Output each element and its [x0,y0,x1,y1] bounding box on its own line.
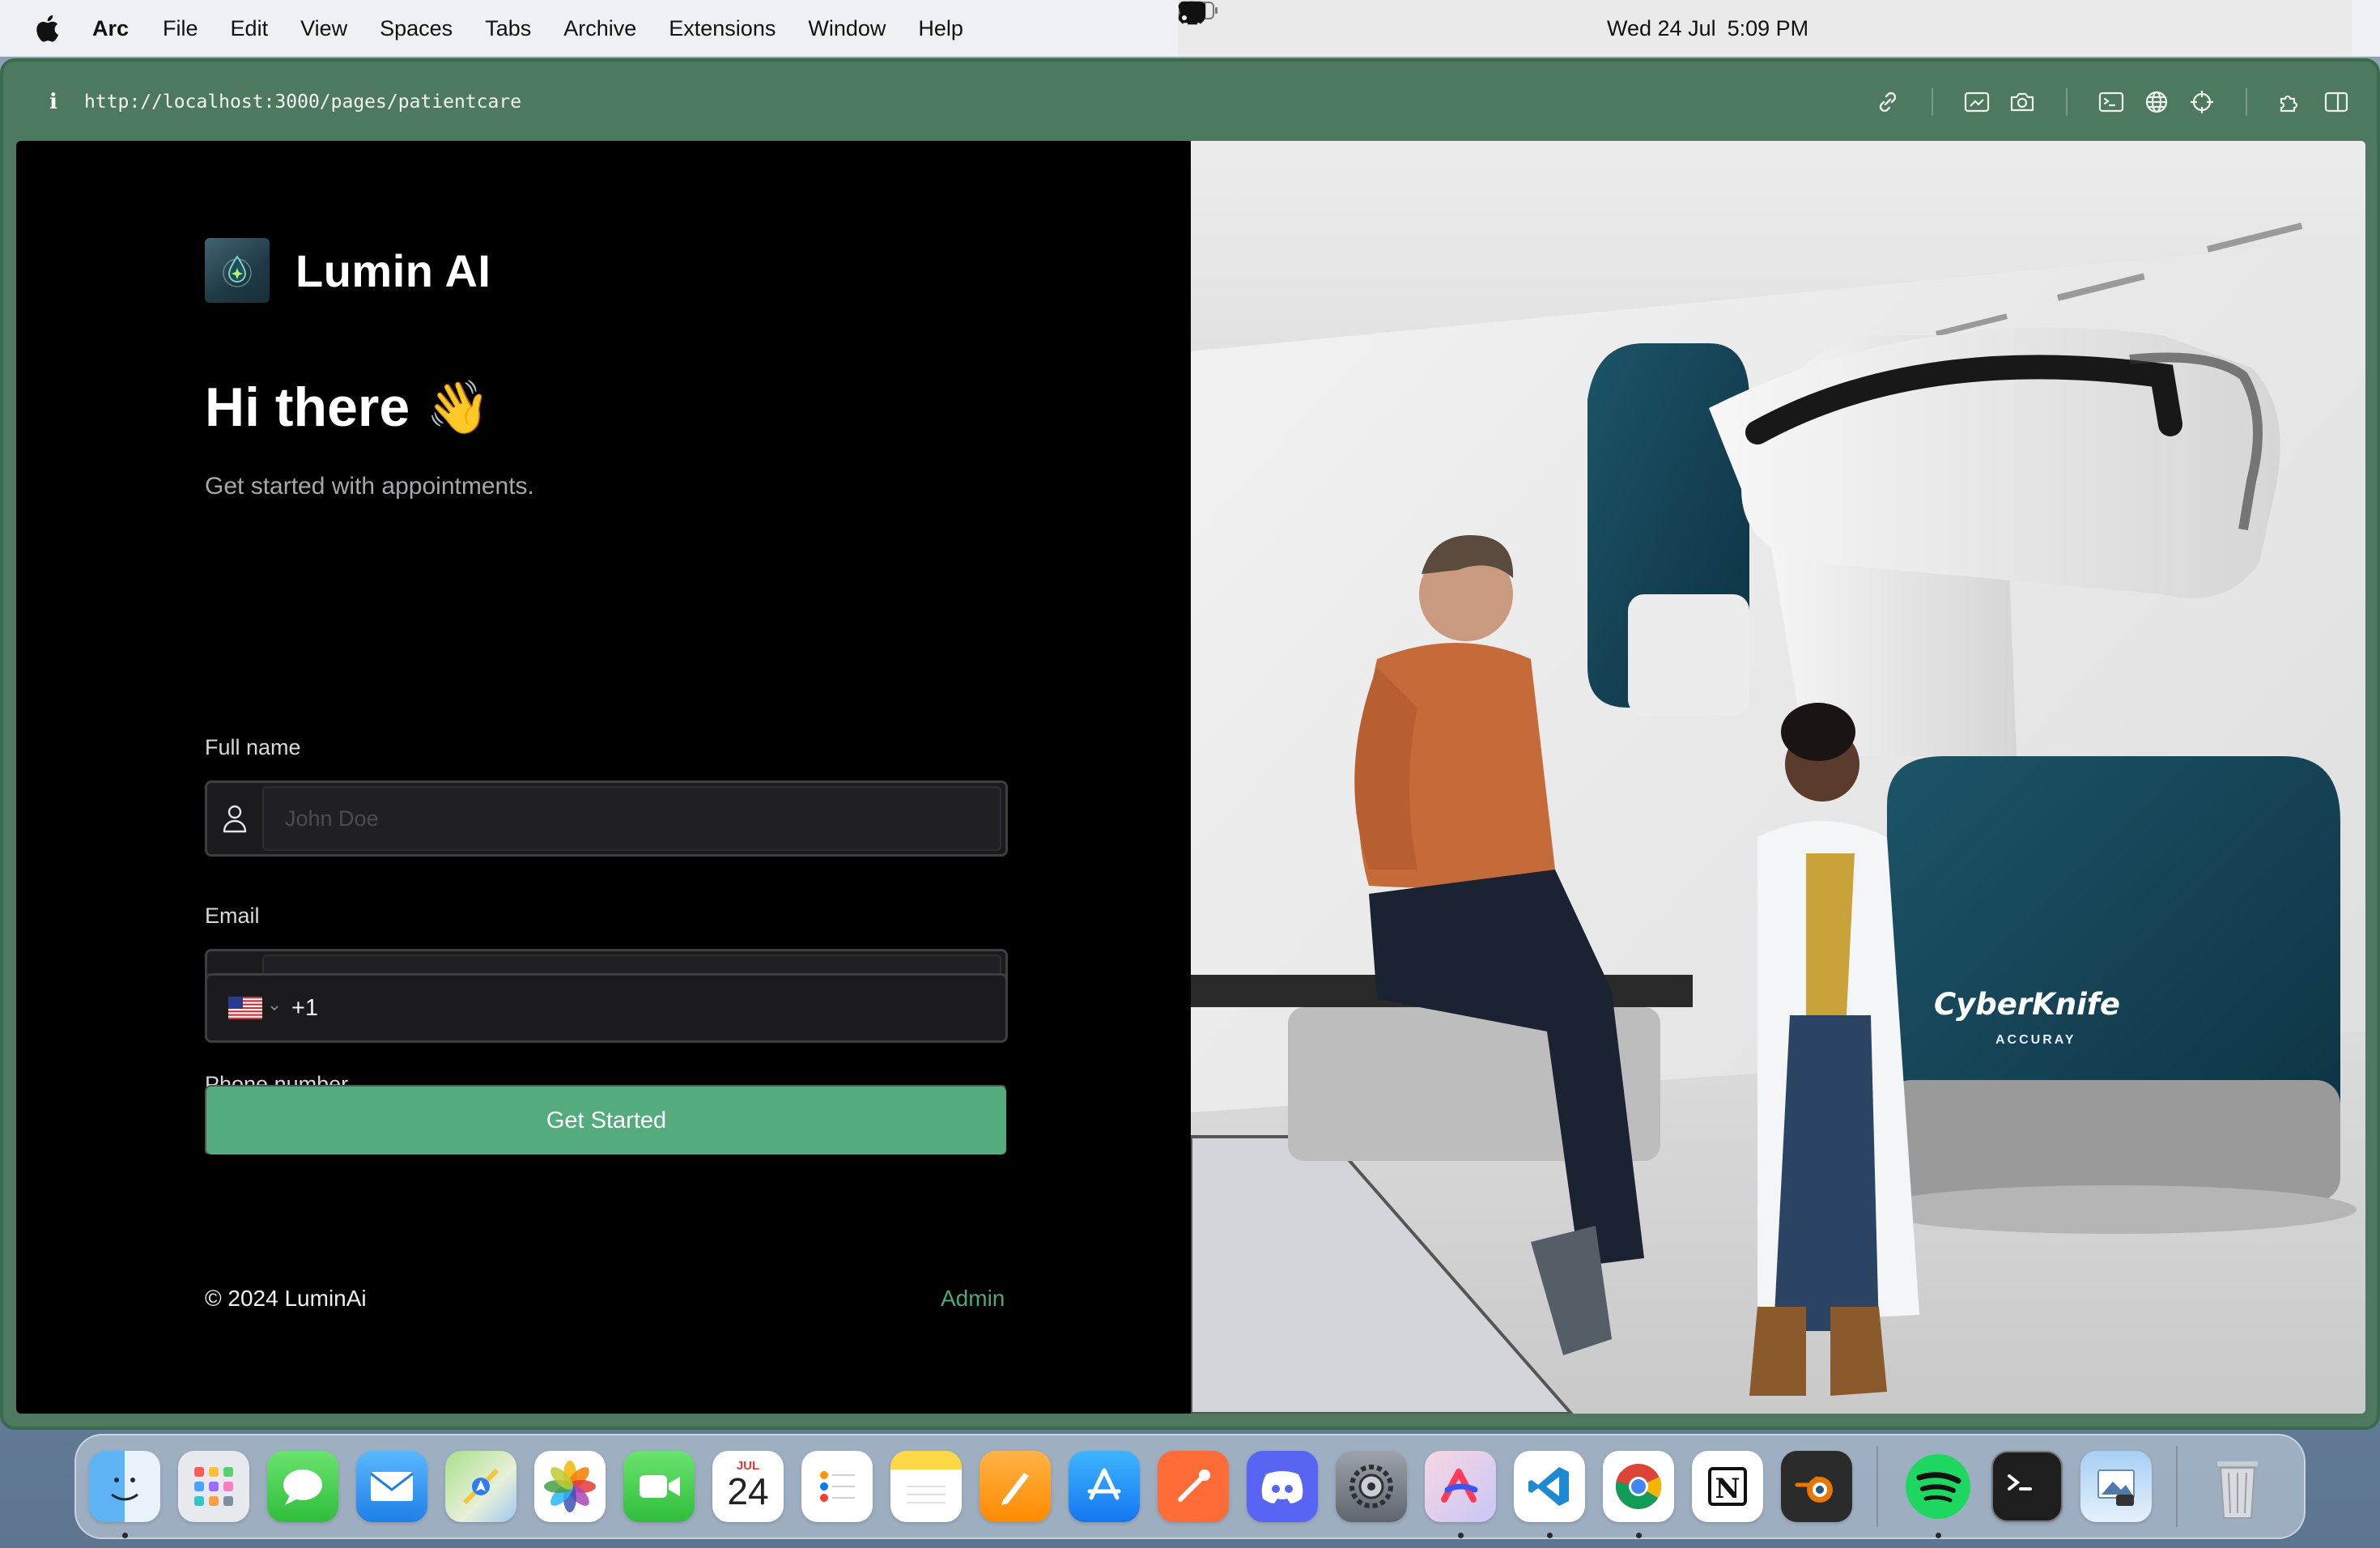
calendar-icon[interactable]: JUL 24 [712,1451,784,1522]
cyberknife-brand-text: CyberKnife [1934,987,2120,1022]
greeting-text: Hi there [205,376,410,438]
url-bar[interactable]: http://localhost:3000/pages/patientcare [84,91,521,113]
menu-extensions[interactable]: Extensions [669,16,776,41]
messages-icon[interactable] [267,1451,338,1522]
notion-icon[interactable]: N [1692,1451,1763,1522]
phone-field[interactable]: +1 [205,973,1008,1043]
running-indicator [1547,1533,1553,1538]
page-subtitle: Get started with appointments. [205,473,534,500]
display-icon[interactable] [1179,2,1343,43]
airdrop-icon[interactable] [1178,1,1288,43]
chrome-icon[interactable] [1603,1451,1674,1538]
get-started-button[interactable]: Get Started [205,1085,1008,1156]
toolbar-divider [2066,88,2068,116]
target-icon[interactable] [2186,86,2218,118]
running-indicator [1936,1533,1941,1538]
menu-clock[interactable]: Wed 24 Jul 5:09 PM [1607,16,1808,41]
browser-toolbar: i http://localhost:3000/pages/patientcar… [3,62,2377,142]
toolbar-divider [1932,88,1933,116]
launchpad-icon[interactable] [178,1451,249,1522]
running-indicator [1636,1533,1642,1538]
menu-file[interactable]: File [163,16,198,41]
menu-edit[interactable]: Edit [231,16,269,41]
wifi-icon[interactable] [1179,4,1468,43]
phone-number-input[interactable]: +1 [291,995,318,1022]
postman-icon[interactable] [1158,1451,1229,1522]
admin-link[interactable]: Admin [941,1286,1005,1312]
full-name-input[interactable]: John Doe [262,786,1001,851]
browser-tools [1859,62,2352,142]
arc-browser-window: i http://localhost:3000/pages/patientcar… [0,58,2380,1430]
camera-icon[interactable] [2006,86,2038,118]
terminal-icon[interactable] [1991,1451,2063,1522]
dock-divider [1876,1446,1878,1527]
trash-icon[interactable] [2202,1451,2273,1522]
vscode-icon[interactable] [1514,1451,1585,1538]
app-store-icon[interactable] [1069,1451,1140,1522]
finder-icon[interactable] [89,1451,160,1538]
page-title: Hi there 👋 [205,376,491,439]
globe-icon[interactable] [2140,86,2173,118]
waving-hand-emoji: 👋 [426,377,491,436]
running-indicator [1458,1533,1464,1538]
battery-icon[interactable] [1179,2,1413,43]
copyright-text: © 2024 LuminAi [205,1286,367,1311]
system-settings-icon[interactable] [1336,1451,1407,1522]
clock-time: 5:09 PM [1727,15,1809,40]
accuray-brand-text: ACCURAY [1995,1033,2076,1047]
copy-link-icon[interactable] [1872,86,1904,118]
lumin-logo-icon [205,238,270,303]
screenshot-capture-icon[interactable] [1961,86,1993,118]
full-name-field[interactable]: John Doe [205,780,1008,857]
apple-menu-icon[interactable] [31,12,63,45]
hero-photo: CyberKnife ACCURAY [1191,141,2365,1414]
reminders-icon[interactable] [801,1451,873,1522]
clock-date: Wed 24 Jul [1607,15,1716,40]
spotlight-search-icon[interactable] [1179,2,1523,43]
menu-view[interactable]: View [300,16,347,41]
spotify-icon[interactable] [1902,1451,1974,1538]
running-indicator [122,1533,128,1538]
pages-icon[interactable] [980,1451,1051,1522]
menu-app-name[interactable]: Arc [92,16,129,41]
web-viewport: Lumin AI Hi there 👋 Get started with app… [16,141,2365,1414]
menu-help[interactable]: Help [918,16,963,41]
user-icon [207,783,262,854]
us-flag-icon [228,997,262,1019]
country-selector[interactable] [228,997,280,1019]
arc-icon[interactable] [1425,1451,1496,1538]
email-label: Email [205,904,260,928]
site-info-icon[interactable]: i [44,90,63,114]
chevron-down-icon [270,1006,278,1011]
menu-window[interactable]: Window [808,16,886,41]
blender-icon[interactable] [1781,1451,1852,1522]
full-name-label: Full name [205,735,301,759]
preview-icon[interactable] [2080,1451,2152,1522]
console-icon[interactable] [2095,86,2127,118]
sidebar-toggle-icon[interactable] [2320,86,2352,118]
notes-icon[interactable] [890,1451,962,1522]
control-center-icon[interactable] [1178,1,1578,43]
brand-name: Lumin AI [295,245,491,296]
menu-archive[interactable]: Archive [563,16,636,41]
svg-text:N: N [1715,1473,1740,1505]
discord-icon[interactable] [1247,1451,1318,1522]
extensions-icon[interactable] [2275,86,2307,118]
signup-panel: Lumin AI Hi there 👋 Get started with app… [16,141,1191,1414]
photos-icon[interactable] [534,1451,606,1522]
menu-tabs[interactable]: Tabs [485,16,531,41]
maps-icon[interactable] [445,1451,516,1522]
dock-divider [2176,1446,2178,1527]
menu-bar: Arc File Edit View Spaces Tabs Archive E… [0,0,2380,57]
calendar-day: 24 [727,1469,769,1512]
macos-dock: JUL 24 N [74,1434,2306,1539]
brand-logo[interactable]: Lumin AI [205,238,491,303]
facetime-icon[interactable] [623,1451,695,1522]
mail-icon[interactable] [356,1451,427,1522]
toolbar-divider [2246,88,2247,116]
menu-spaces[interactable]: Spaces [380,16,453,41]
clinic-scene-illustration [1191,141,2365,1414]
